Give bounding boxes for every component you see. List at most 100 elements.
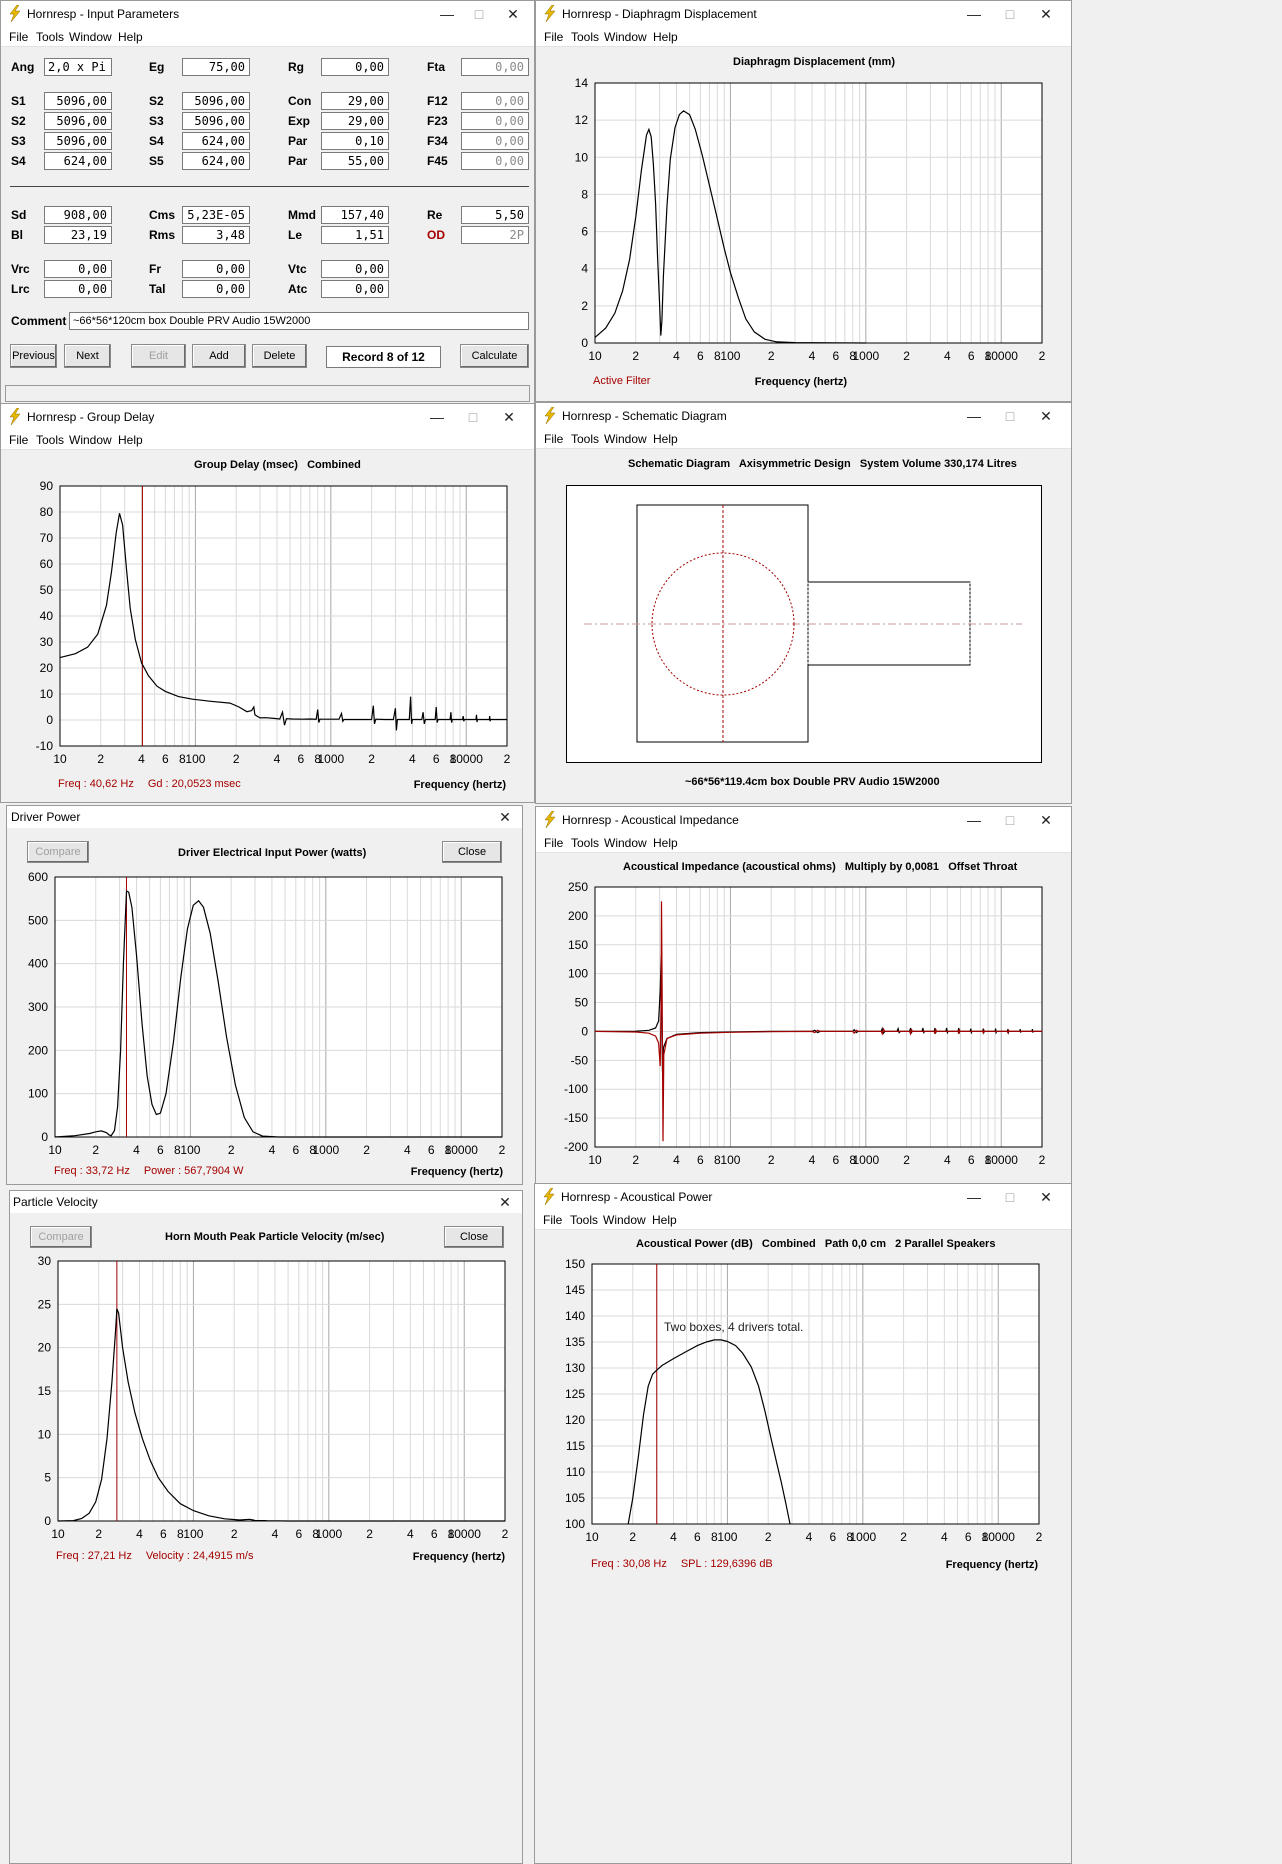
x-tick-label: 4 <box>806 1530 813 1544</box>
comment-field[interactable]: ~66*56*120cm box Double PRV Audio 15W200… <box>69 312 529 330</box>
minimize-icon[interactable]: — <box>959 405 989 427</box>
menu-window[interactable]: Window <box>604 432 647 446</box>
x-tick-label: 6 <box>157 1143 164 1157</box>
previous-button[interactable]: Previous <box>10 344 57 368</box>
param-field-f23[interactable]: 0,00 <box>461 112 529 130</box>
param-field-f12[interactable]: 0,00 <box>461 92 529 110</box>
param-field-re[interactable]: 5,50 <box>461 206 529 224</box>
param-field-od[interactable]: 2P <box>461 226 529 244</box>
y-tick-label: 25 <box>38 1297 52 1311</box>
x-tick-label: 4 <box>136 1527 143 1541</box>
param-label-s4: S4 <box>11 154 26 168</box>
close-icon[interactable]: ✕ <box>1031 405 1061 427</box>
param-field-fr[interactable]: 0,00 <box>182 260 250 278</box>
x-tick-label: 6 <box>829 1530 836 1544</box>
param-field-sd[interactable]: 908,00 <box>44 206 112 224</box>
param-label-bl: Bl <box>11 228 23 242</box>
y-tick-label: -150 <box>564 1111 588 1125</box>
param-field-s3[interactable]: 5096,00 <box>44 132 112 150</box>
next-button[interactable]: Next <box>64 344 111 368</box>
x-tick-label: 4 <box>944 1153 951 1167</box>
calculate-button[interactable]: Calculate <box>460 344 529 368</box>
delete-button[interactable]: Delete <box>252 344 307 368</box>
x-tick-label: 2 <box>231 1527 238 1541</box>
param-field-mmd[interactable]: 157,40 <box>321 206 389 224</box>
y-tick-label: 2 <box>581 299 588 313</box>
menu-file[interactable]: File <box>544 432 563 446</box>
x-tick-label: 2 <box>903 349 910 363</box>
param-field-fta[interactable]: 0,00 <box>461 58 529 76</box>
x-tick-label: 2 <box>632 1153 639 1167</box>
param-field-le[interactable]: 1,51 <box>321 226 389 244</box>
separator <box>10 186 529 187</box>
menu-help[interactable]: Help <box>653 432 678 446</box>
close-icon[interactable]: ✕ <box>498 3 528 25</box>
menu-file[interactable]: File <box>9 30 28 44</box>
x-tick-label: 10 <box>588 1153 602 1167</box>
param-field-s3[interactable]: 5096,00 <box>182 112 250 130</box>
param-field-rms[interactable]: 3,48 <box>182 226 250 244</box>
x-tick-label: 6 <box>832 349 839 363</box>
param-field-exp[interactable]: 29,00 <box>321 112 389 130</box>
y-tick-label: 40 <box>40 609 54 623</box>
title-bar[interactable]: Hornresp - Input Parameters — □ ✕ <box>1 1 534 27</box>
param-field-tal[interactable]: 0,00 <box>182 280 250 298</box>
y-tick-label: 120 <box>565 1413 585 1427</box>
menu-tools[interactable]: Tools <box>36 30 64 44</box>
param-label-re: Re <box>427 208 443 222</box>
param-field-cms[interactable]: 5,23E-05 <box>182 206 250 224</box>
menu-tools[interactable]: Tools <box>571 432 599 446</box>
param-field-vrc[interactable]: 0,00 <box>44 260 112 278</box>
y-tick-label: 30 <box>38 1254 52 1268</box>
x-tick-label: 10 <box>588 349 602 363</box>
param-label-atc: Atc <box>288 282 308 296</box>
param-field-s1[interactable]: 5096,00 <box>44 92 112 110</box>
param-label-sd: Sd <box>11 208 27 222</box>
param-field-ang[interactable]: 2,0 x Pi <box>44 58 112 76</box>
x-tick-label: 6 <box>697 1153 704 1167</box>
x-tick-label: 2 <box>629 1530 636 1544</box>
y-tick-label: 80 <box>40 505 54 519</box>
param-field-s2[interactable]: 5096,00 <box>44 112 112 130</box>
param-field-par[interactable]: 55,00 <box>321 152 389 170</box>
title-bar[interactable]: Hornresp - Schematic Diagram — □ ✕ <box>536 403 1071 429</box>
value-readout: Power : 567,7904 W <box>143 1165 244 1177</box>
param-field-s4[interactable]: 624,00 <box>44 152 112 170</box>
param-label-od: OD <box>427 228 445 242</box>
x-tick-label: 100 <box>720 1153 740 1167</box>
menu-bar: File Tools Window Help <box>1 27 534 47</box>
maximize-icon[interactable]: □ <box>995 405 1025 427</box>
param-field-atc[interactable]: 0,00 <box>321 280 389 298</box>
y-tick-label: 10 <box>575 150 589 164</box>
param-label-tal: Tal <box>149 282 166 296</box>
param-field-f45[interactable]: 0,00 <box>461 152 529 170</box>
menu-window[interactable]: Window <box>69 30 112 44</box>
y-tick-label: 400 <box>28 957 48 971</box>
y-tick-label: 200 <box>568 909 588 923</box>
param-field-rg[interactable]: 0,00 <box>321 58 389 76</box>
param-field-vtc[interactable]: 0,00 <box>321 260 389 278</box>
maximize-icon[interactable]: □ <box>464 3 494 25</box>
value-readout: SPL : 129,6396 dB <box>680 1558 773 1570</box>
param-field-f34[interactable]: 0,00 <box>461 132 529 150</box>
param-field-bl[interactable]: 23,19 <box>44 226 112 244</box>
param-field-eg[interactable]: 75,00 <box>182 58 250 76</box>
param-label-fta: Fta <box>427 60 445 74</box>
minimize-icon[interactable]: — <box>432 3 462 25</box>
x-tick-label: 6 <box>295 1527 302 1541</box>
param-field-s2[interactable]: 5096,00 <box>182 92 250 110</box>
param-field-s5[interactable]: 624,00 <box>182 152 250 170</box>
menu-help[interactable]: Help <box>118 30 143 44</box>
edit-button[interactable]: Edit <box>131 344 186 368</box>
param-label-par: Par <box>288 154 308 168</box>
x-axis-label: Frequency (hertz) <box>414 779 507 791</box>
x-tick-label: 6 <box>433 752 440 766</box>
add-button[interactable]: Add <box>192 344 246 368</box>
param-field-con[interactable]: 29,00 <box>321 92 389 110</box>
x-tick-label: 4 <box>404 1143 411 1157</box>
param-field-lrc[interactable]: 0,00 <box>44 280 112 298</box>
x-tick-label: 2 <box>768 349 775 363</box>
x-tick-label: 2 <box>92 1143 99 1157</box>
param-field-s4[interactable]: 624,00 <box>182 132 250 150</box>
param-field-par[interactable]: 0,10 <box>321 132 389 150</box>
